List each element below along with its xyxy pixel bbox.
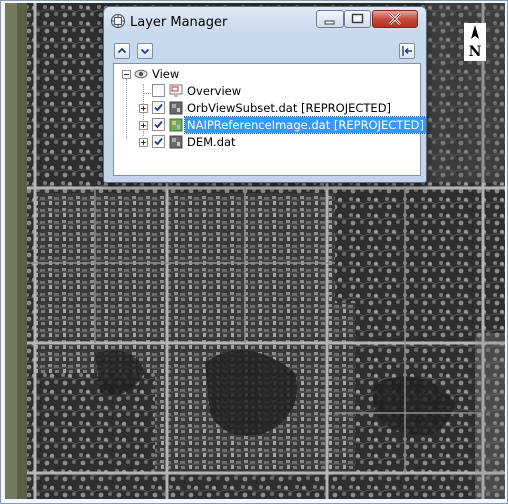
tree-root-view[interactable]: View [114, 66, 414, 82]
dock-icon [402, 46, 412, 56]
close-button[interactable] [372, 10, 418, 28]
checkmark-icon [154, 137, 163, 146]
layer-label: DEM.dat [187, 135, 236, 149]
layer-checkbox-overview[interactable] [152, 84, 165, 97]
move-down-button[interactable] [137, 43, 153, 59]
layer-manager-window[interactable]: Layer Manager View Overview OrbViewSubse… [103, 6, 427, 183]
maximize-icon [351, 13, 364, 24]
close-icon [389, 13, 401, 25]
application-frame: N Layer Manager View Overview OrbViewSub… [0, 0, 508, 504]
expand-toggle[interactable] [139, 104, 148, 113]
collapse-toggle[interactable] [122, 70, 131, 79]
layer-checkbox-dem[interactable] [152, 135, 165, 148]
layer-item-naip[interactable]: NAIPReferenceImage.dat [REPROJECTED] [114, 116, 427, 134]
layer-tree[interactable]: View Overview OrbViewSubset.dat [REPROJE… [113, 63, 427, 176]
arrow-down-icon [140, 48, 150, 55]
minimize-icon [324, 20, 335, 25]
layer-manager-app-icon [110, 13, 126, 29]
layer-checkbox-naip[interactable] [152, 118, 165, 131]
layer-item-orbview[interactable]: OrbViewSubset.dat [REPROJECTED] [114, 100, 414, 116]
north-arrow-icon: N [464, 23, 486, 61]
layer-label: OrbViewSubset.dat [REPROJECTED] [187, 101, 392, 115]
tree-root-label: View [152, 67, 180, 81]
checkmark-icon [154, 120, 163, 129]
layer-label: Overview [187, 84, 242, 98]
layer-checkbox-orbview[interactable] [152, 101, 165, 114]
arrow-up-icon [117, 47, 127, 54]
raster-layer-icon [169, 135, 183, 149]
window-title: Layer Manager [130, 15, 228, 30]
expand-toggle[interactable] [139, 121, 148, 130]
move-up-button[interactable] [114, 43, 130, 59]
overview-icon [169, 84, 183, 97]
layer-item-dem[interactable]: DEM.dat [114, 134, 414, 150]
checkmark-icon [154, 103, 163, 112]
layer-toolbar [112, 43, 418, 63]
maximize-button[interactable] [344, 10, 371, 28]
layer-item-overview[interactable]: Overview [114, 83, 414, 99]
layer-label: NAIPReferenceImage.dat [REPROJECTED] [184, 116, 427, 134]
minimize-button[interactable] [316, 10, 344, 28]
raster-color-layer-icon [169, 118, 183, 132]
dock-button[interactable] [399, 43, 415, 59]
raster-layer-icon [169, 101, 183, 115]
north-arrow-label: N [469, 44, 482, 60]
expand-toggle[interactable] [139, 138, 148, 147]
view-icon [134, 69, 148, 79]
